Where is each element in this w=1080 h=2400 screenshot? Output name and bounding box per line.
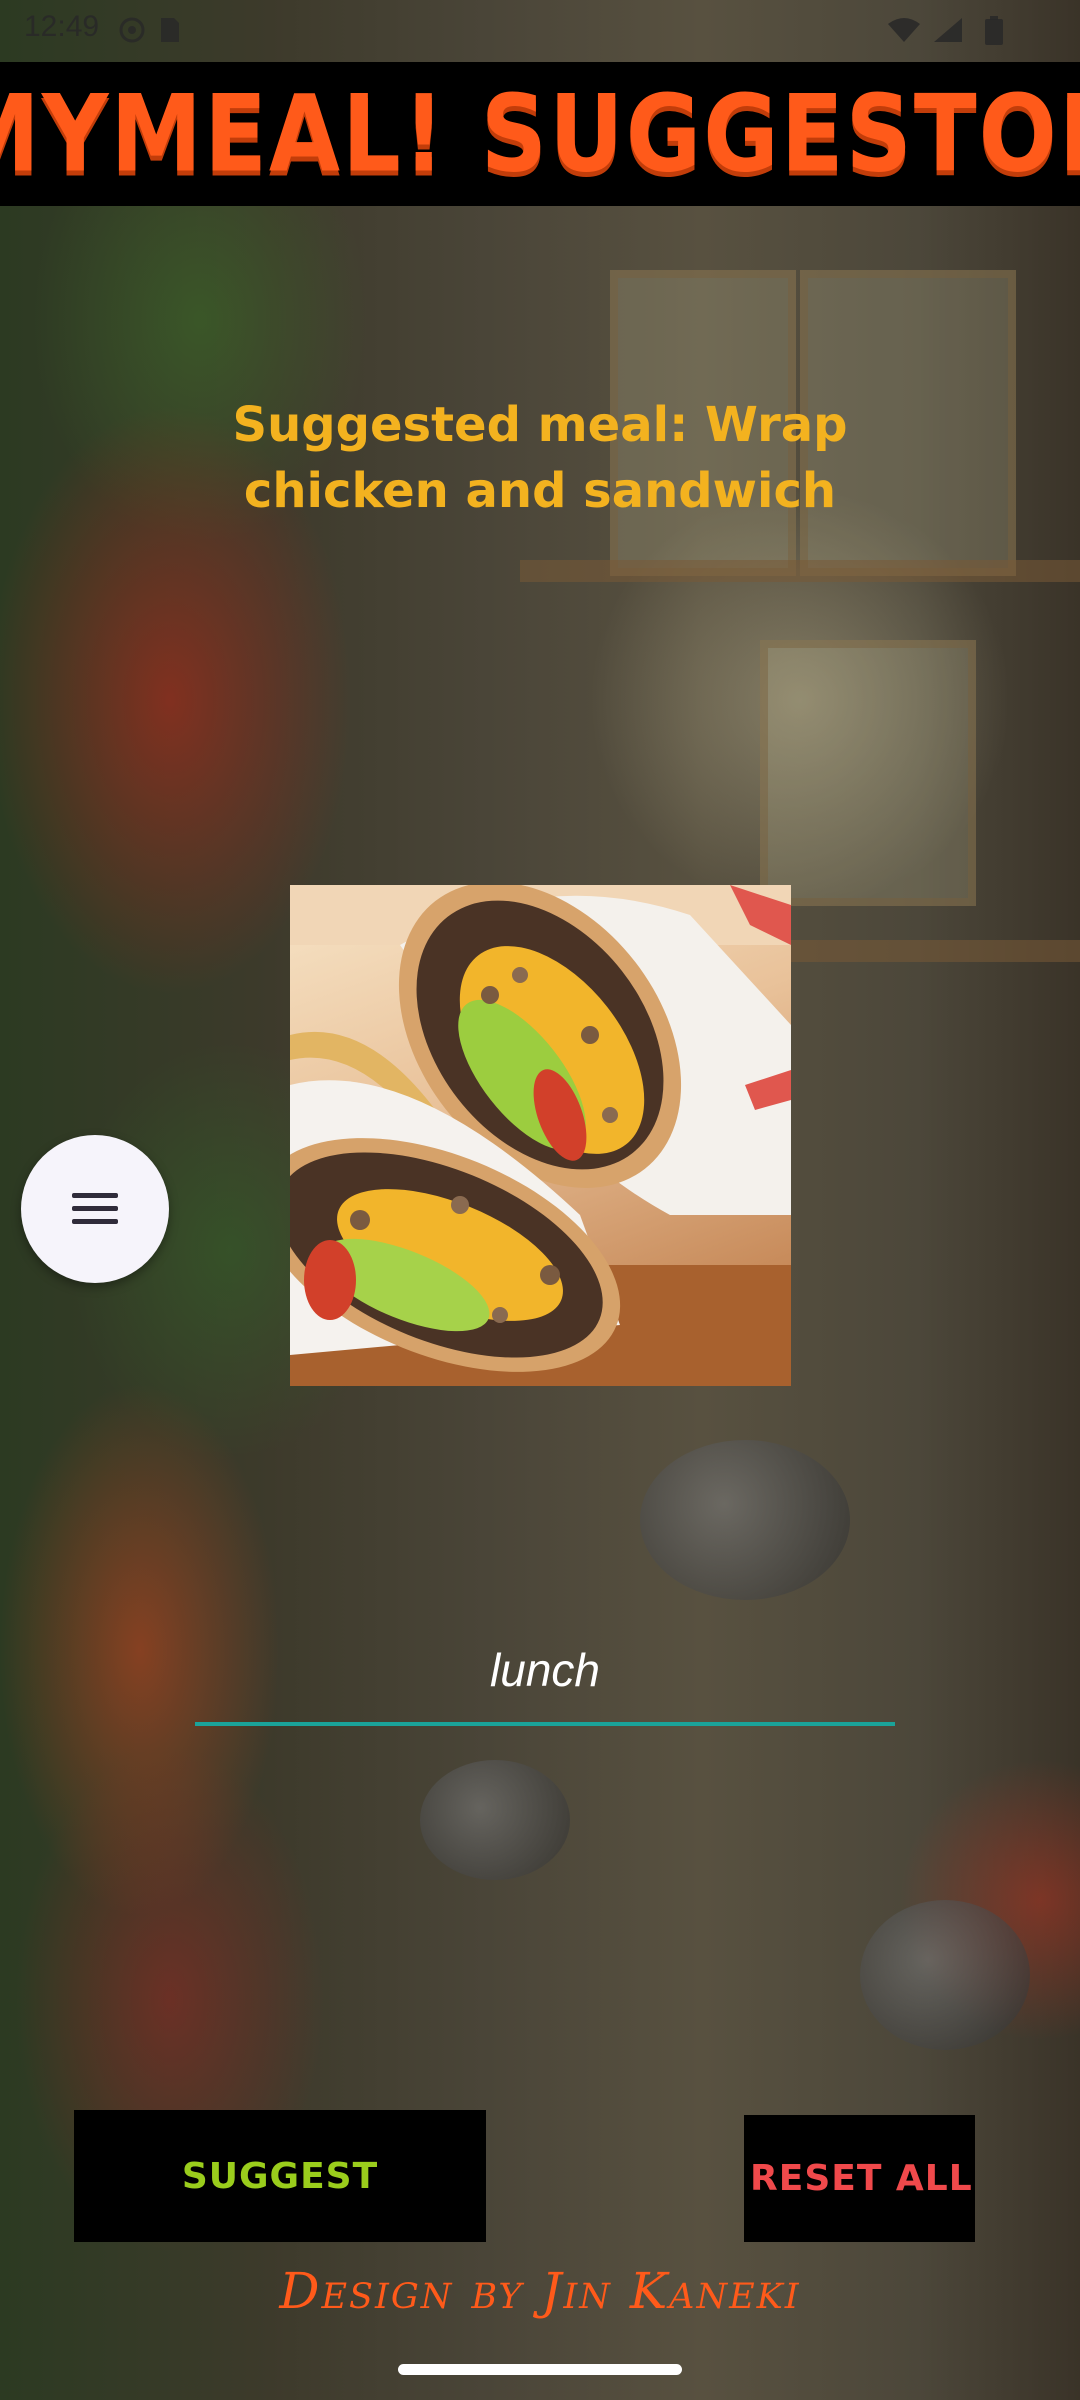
- sim-icon: [158, 16, 182, 48]
- signal-icon: [932, 16, 964, 48]
- menu-icon: [72, 1193, 118, 1224]
- suggested-meal-text: Suggested meal: Wrap chicken and sandwic…: [232, 397, 848, 519]
- meal-type-underline: [195, 1722, 895, 1726]
- status-bar: 12:49: [0, 0, 1080, 60]
- wrap-illustration: [290, 885, 791, 1386]
- menu-button[interactable]: [21, 1135, 169, 1283]
- gesture-navigation-bar[interactable]: [398, 2364, 682, 2375]
- suggest-button[interactable]: SUGGEST: [74, 2110, 486, 2242]
- meal-image: [290, 885, 791, 1386]
- reset-all-button[interactable]: RESET ALL: [744, 2115, 975, 2242]
- app-title: MYMEAL! SUGGESTOR: [0, 72, 1080, 196]
- meal-type-input[interactable]: [195, 1625, 895, 1715]
- settings-icon: [118, 16, 146, 48]
- app-screen: 12:49 MYMEAL! SUGGESTOR Suggested meal: …: [0, 0, 1080, 2400]
- meal-type-field[interactable]: [195, 1625, 895, 1726]
- app-header: MYMEAL! SUGGESTOR: [0, 62, 1080, 206]
- status-time: 12:49: [24, 10, 100, 43]
- reset-all-button-label: RESET ALL: [750, 2158, 973, 2199]
- suggest-button-label: SUGGEST: [181, 2155, 379, 2197]
- footer-credit: Design by Jin Kaneki: [279, 2262, 801, 2320]
- battery-icon: [984, 16, 1004, 50]
- wifi-icon: [886, 16, 922, 48]
